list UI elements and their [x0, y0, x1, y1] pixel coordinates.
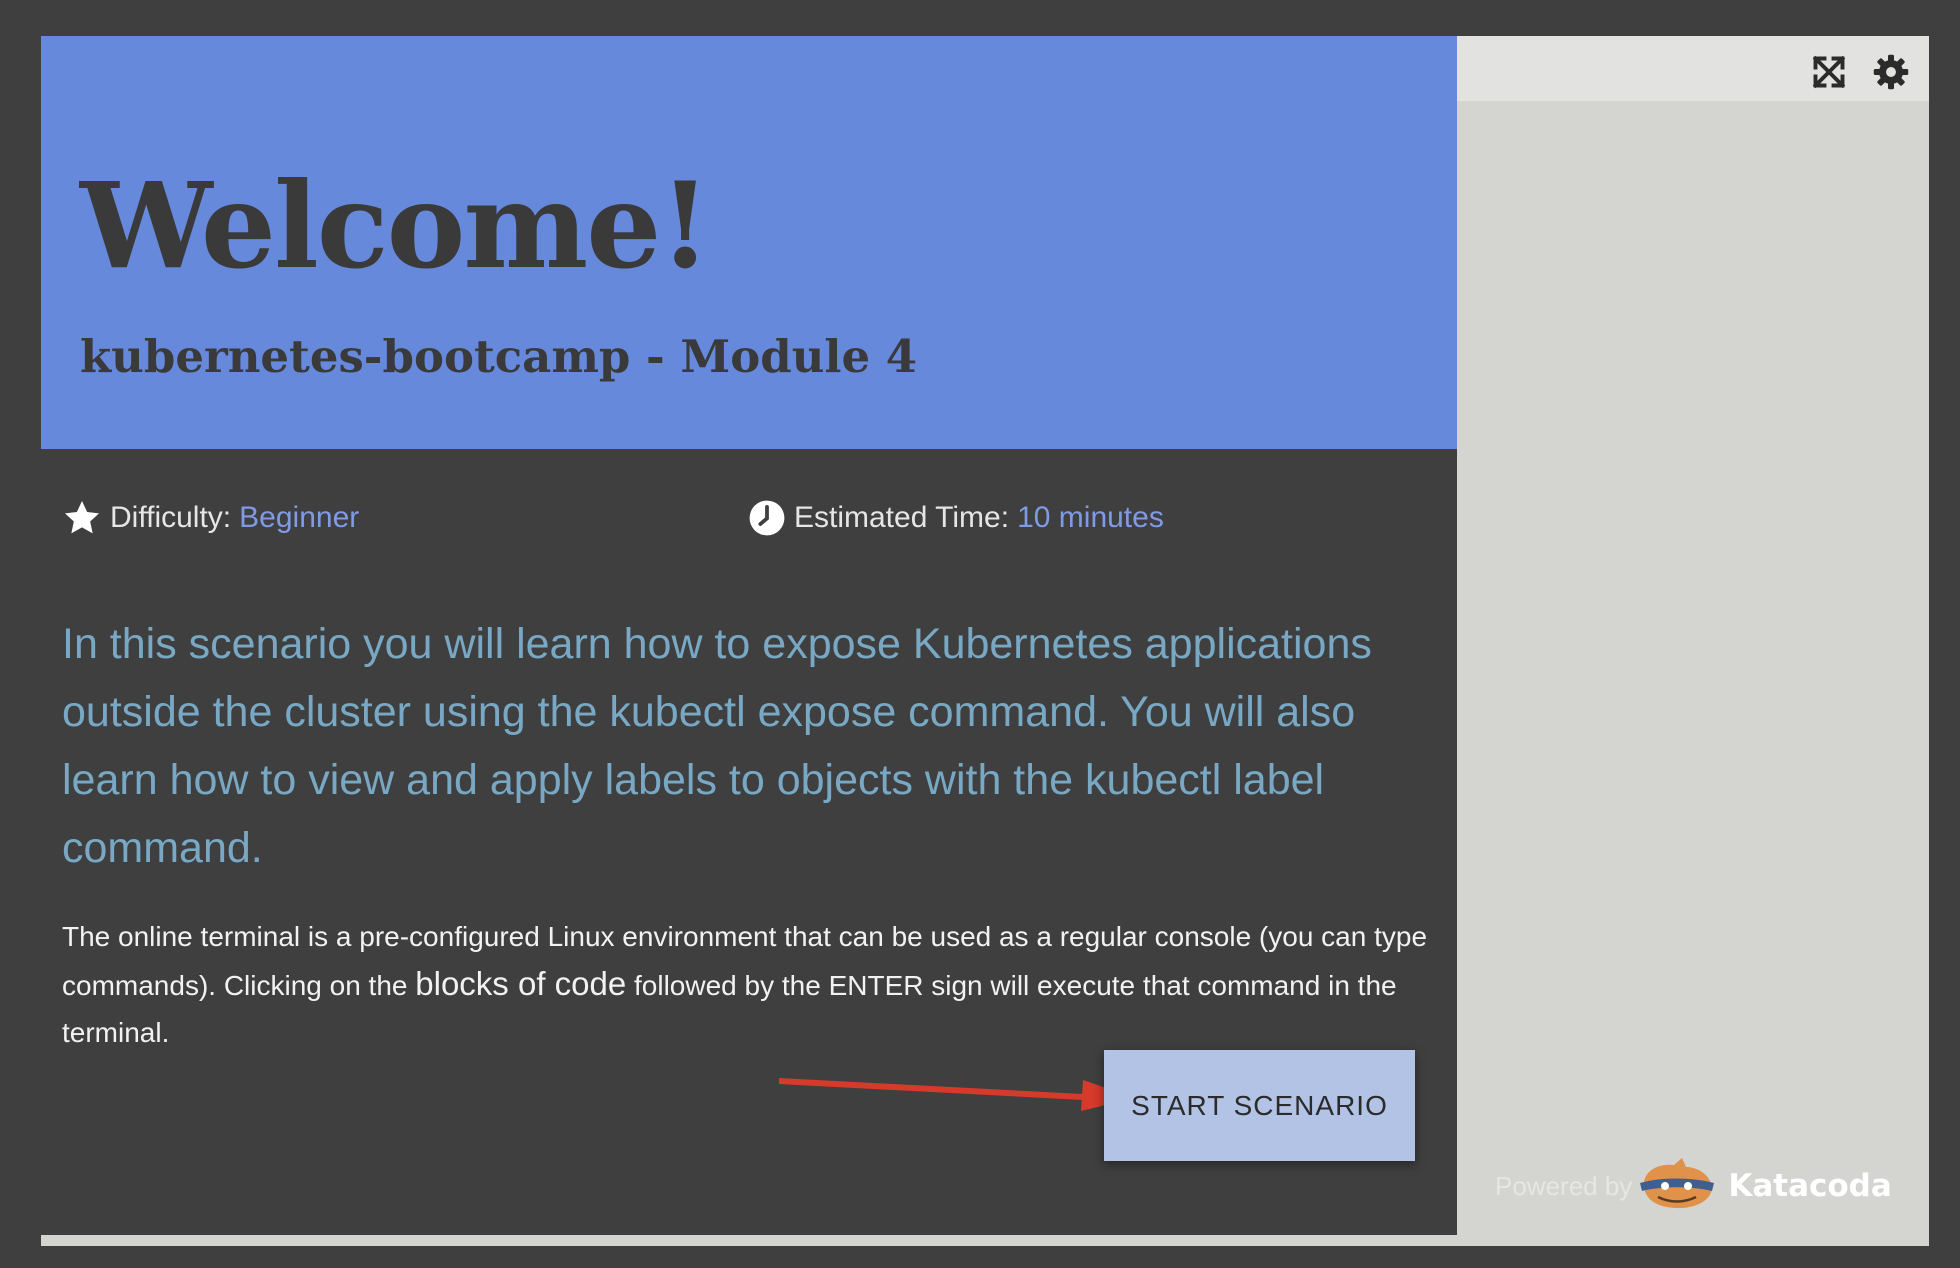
start-scenario-button[interactable]: START SCENARIO	[1104, 1050, 1415, 1161]
welcome-header: Welcome! kubernetes-bootcamp - Module 4	[41, 36, 1457, 449]
gear-icon[interactable]	[1873, 54, 1909, 90]
terminal-panel: Powered by Katacoda	[1457, 36, 1929, 1246]
scenario-intro-panel: Welcome! kubernetes-bootcamp - Module 4 …	[41, 36, 1457, 1235]
scenario-description: In this scenario you will learn how to e…	[62, 620, 1372, 872]
katacoda-scenario-frame: Welcome! kubernetes-bootcamp - Module 4 …	[41, 36, 1929, 1246]
terminal-instructions: The online terminal is a pre-configured …	[62, 913, 1457, 1056]
terminal-toolbar	[1457, 36, 1929, 101]
katacoda-logo: Katacoda	[1728, 1168, 1892, 1204]
katacoda-mascot-icon	[1638, 1157, 1716, 1216]
blocks-of-code-highlight: blocks of code	[415, 965, 627, 1002]
clock-icon	[748, 499, 786, 537]
difficulty-label: Difficulty:	[110, 501, 232, 534]
powered-by-katacoda[interactable]: Powered by Katacoda	[1495, 1156, 1892, 1216]
estimated-time-value: 10 minutes	[1017, 501, 1164, 534]
powered-by-label: Powered by	[1495, 1170, 1633, 1201]
bottom-divider	[41, 1235, 1457, 1246]
estimated-time-label: Estimated Time:	[794, 501, 1010, 534]
module-subtitle: kubernetes-bootcamp - Module 4	[80, 330, 918, 383]
page-title: Welcome!	[80, 156, 711, 295]
star-icon	[62, 498, 102, 538]
difficulty-info: Difficulty: Beginner	[62, 488, 359, 548]
red-arrow-annotation	[778, 1078, 1135, 1111]
estimated-time-info: Estimated Time: 10 minutes	[748, 488, 1164, 548]
expand-icon[interactable]	[1811, 54, 1847, 90]
difficulty-value: Beginner	[239, 501, 360, 534]
